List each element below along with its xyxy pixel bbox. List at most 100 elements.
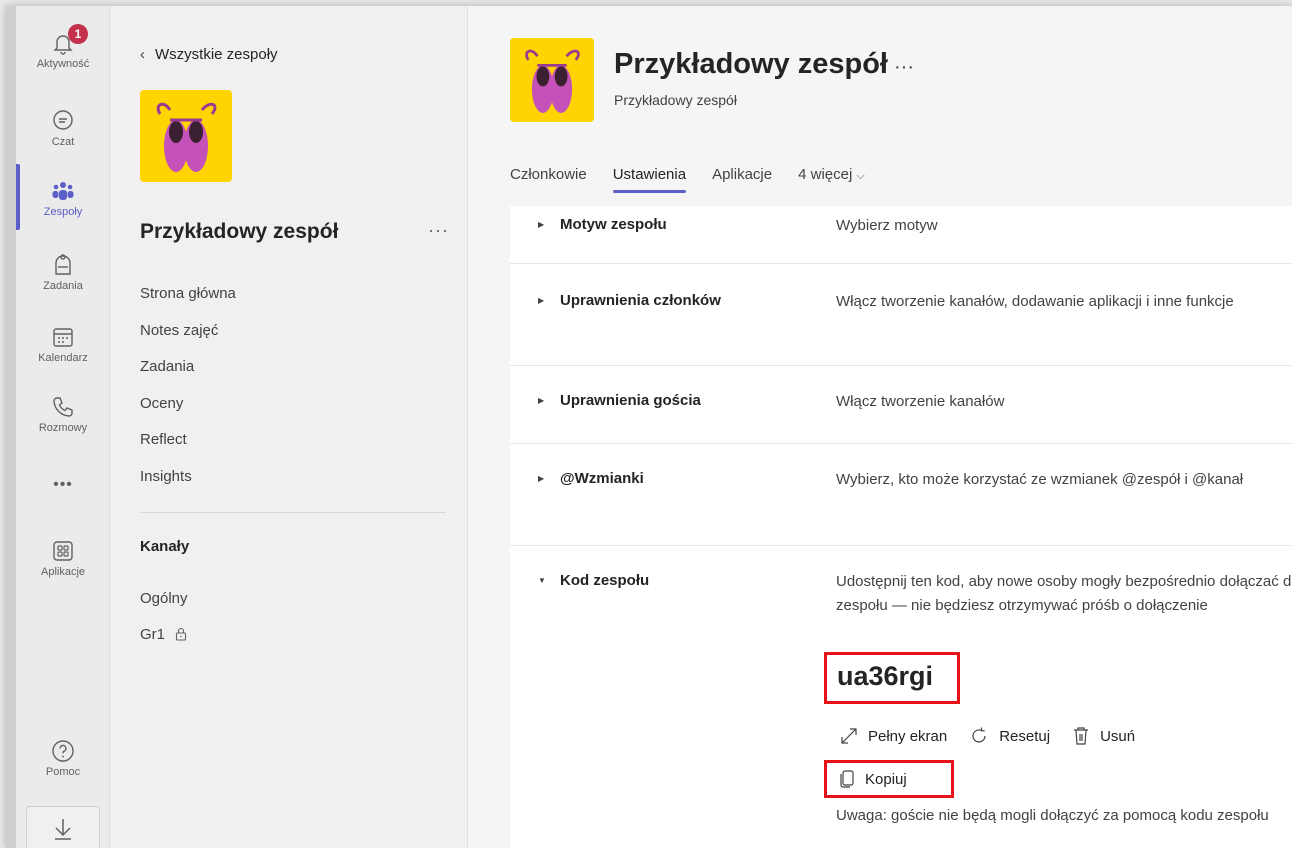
setting-name[interactable]: ▼ Kod zespołu [538,572,649,589]
copy-icon [840,770,854,788]
rail-item-apps[interactable]: Aplikacje [16,538,110,578]
delete-label: Usuń [1100,727,1136,745]
chevron-left-icon: ‹ [140,46,145,63]
rail-item-label: Aktywność [36,58,90,70]
sidebar-divider [140,512,446,513]
channel-label: Ogólny [140,589,188,607]
team-name: Przykładowy zespół [140,220,339,243]
teams-icon [52,182,74,200]
main-content: Przykładowy zespół ··· Przykładowy zespół… [468,6,1292,848]
tab-members[interactable]: Członkowie [510,166,587,189]
delete-button[interactable]: Usuń [1072,726,1135,746]
trash-icon [1074,727,1089,745]
calendar-icon [53,328,73,347]
copy-button[interactable]: Kopiuj [824,760,954,798]
fullscreen-button[interactable]: Pełny ekran [840,726,947,746]
rail-item-label: Pomoc [45,766,81,778]
rail-item-calls[interactable]: Rozmowy [16,394,110,434]
channel-label: Gr1 [140,625,166,643]
ballet-shoes-icon [140,90,232,182]
rail-item-chat[interactable]: Czat [16,108,110,148]
app-rail: 1 Aktywność Czat Zespoły Zadania Kalenda… [6,6,110,848]
download-button[interactable] [26,806,100,848]
caret-right-icon: ▶ [538,474,545,483]
rail-edge [6,6,16,848]
caret-down-icon: ▼ [538,576,546,585]
caret-right-icon: ▶ [538,396,545,405]
back-to-all-teams-link[interactable]: ‹ Wszystkie zespoły [140,46,278,63]
assignments-icon [55,254,71,275]
tab-apps[interactable]: Aplikacje [712,166,772,189]
rail-item-activity[interactable]: 1 Aktywność [16,24,110,70]
reset-button[interactable]: Resetuj [969,726,1050,746]
setting-row-guest-permissions[interactable]: ▶ Uprawnienia gościa Włącz tworzenie kan… [510,366,1292,444]
code-actions: Pełny ekran Resetuj Usuń [840,726,1135,746]
team-avatar-large [510,38,594,122]
setting-row-member-permissions[interactable]: ▶ Uprawnienia członków Włącz tworzenie k… [510,264,1292,366]
rail-item-assignments[interactable]: Zadania [16,252,110,292]
rail-item-help[interactable]: Pomoc [16,738,110,778]
channel-item[interactable]: Ogólny [140,580,188,616]
page-title-text: Przykładowy zespół [614,48,888,80]
rail-item-label: Zadania [43,280,83,292]
teams-window: 1 Aktywność Czat Zespoły Zadania Kalenda… [6,6,1292,848]
team-sidebar: ‹ Wszystkie zespoły Przykładowy zespół ·… [110,6,468,848]
tab-settings[interactable]: Ustawienia [612,166,687,193]
chevron-down-icon: ⌵ [856,170,865,182]
tab-more-button[interactable]: 4 więcej ⌵ [798,166,865,189]
setting-description: Włącz tworzenie kanałów, dodawanie aplik… [836,293,1234,310]
rail-item-calendar[interactable]: Kalendarz [16,324,110,364]
tab-more-label: 4 więcej [798,166,853,183]
team-nav-item[interactable]: Oceny [140,394,236,431]
setting-name: ▶ Motyw zespołu [538,216,667,233]
rail-item-more[interactable]: ••• [16,476,110,494]
phone-icon [53,397,73,417]
fullscreen-label: Pełny ekran [868,727,948,745]
expand-icon [841,728,857,744]
setting-name: ▶ Uprawnienia członków [538,292,721,309]
page-subtitle: Przykładowy zespół [614,92,737,108]
activity-badge: 1 [68,24,88,44]
setting-row-theme[interactable]: ▶ Motyw zespołu Wybierz motyw [510,206,1292,264]
tab-bar: Członkowie Ustawienia Aplikacje 4 więcej… [510,166,891,193]
setting-name: ▶ @Wzmianki [538,470,644,487]
setting-title: Kod zespołu [560,572,650,589]
team-nav-item[interactable]: Zadania [140,357,236,394]
rail-item-teams[interactable]: Zespoły [16,178,110,218]
ballet-shoes-icon [510,38,594,122]
rail-item-label: Aplikacje [40,566,86,578]
channels-heading: Kanały [140,538,190,555]
rail-item-label: Kalendarz [38,352,88,364]
setting-description: Wybierz motyw [836,217,938,234]
setting-description: Włącz tworzenie kanałów [836,393,1005,410]
reset-icon [972,727,986,743]
rail-item-label: Czat [51,136,75,148]
apps-icon [53,541,73,561]
help-icon [52,740,74,762]
setting-title: Uprawnienia członków [560,292,721,309]
setting-row-mentions[interactable]: ▶ @Wzmianki Wybierz, kto może korzystać … [510,444,1292,546]
reset-label: Resetuj [999,727,1051,745]
channel-item[interactable]: Gr1 [140,616,188,652]
team-code-highlight: ua36rgi [824,652,960,704]
lock-icon [175,627,187,641]
title-more-options-icon[interactable]: ··· [894,56,914,78]
setting-name: ▶ Uprawnienia gościa [538,392,701,409]
rail-item-label: Rozmowy [38,422,88,434]
caret-right-icon: ▶ [538,296,545,305]
rail-item-label: Zespoły [43,206,83,218]
team-more-options-icon[interactable]: ··· [428,220,449,241]
guest-note: Uwaga: goście nie będą mogli dołączyć za… [836,807,1269,824]
setting-title: Uprawnienia gościa [560,392,701,409]
setting-description: Udostępnij ten kod, aby nowe osoby mogły… [836,573,1292,614]
setting-description: Wybierz, kto może korzystać ze wzmianek … [836,471,1244,488]
team-code: ua36rgi [837,661,934,691]
team-nav: Strona główna Notes zajęć Zadania Oceny … [140,284,236,503]
team-nav-item[interactable]: Notes zajęć [140,321,236,358]
team-nav-item[interactable]: Insights [140,467,236,504]
page-title: Przykładowy zespół ··· [614,48,914,81]
team-nav-item[interactable]: Reflect [140,430,236,467]
chat-icon [53,110,73,130]
channel-list: Ogólny Gr1 [140,580,188,652]
team-nav-item[interactable]: Strona główna [140,284,236,321]
